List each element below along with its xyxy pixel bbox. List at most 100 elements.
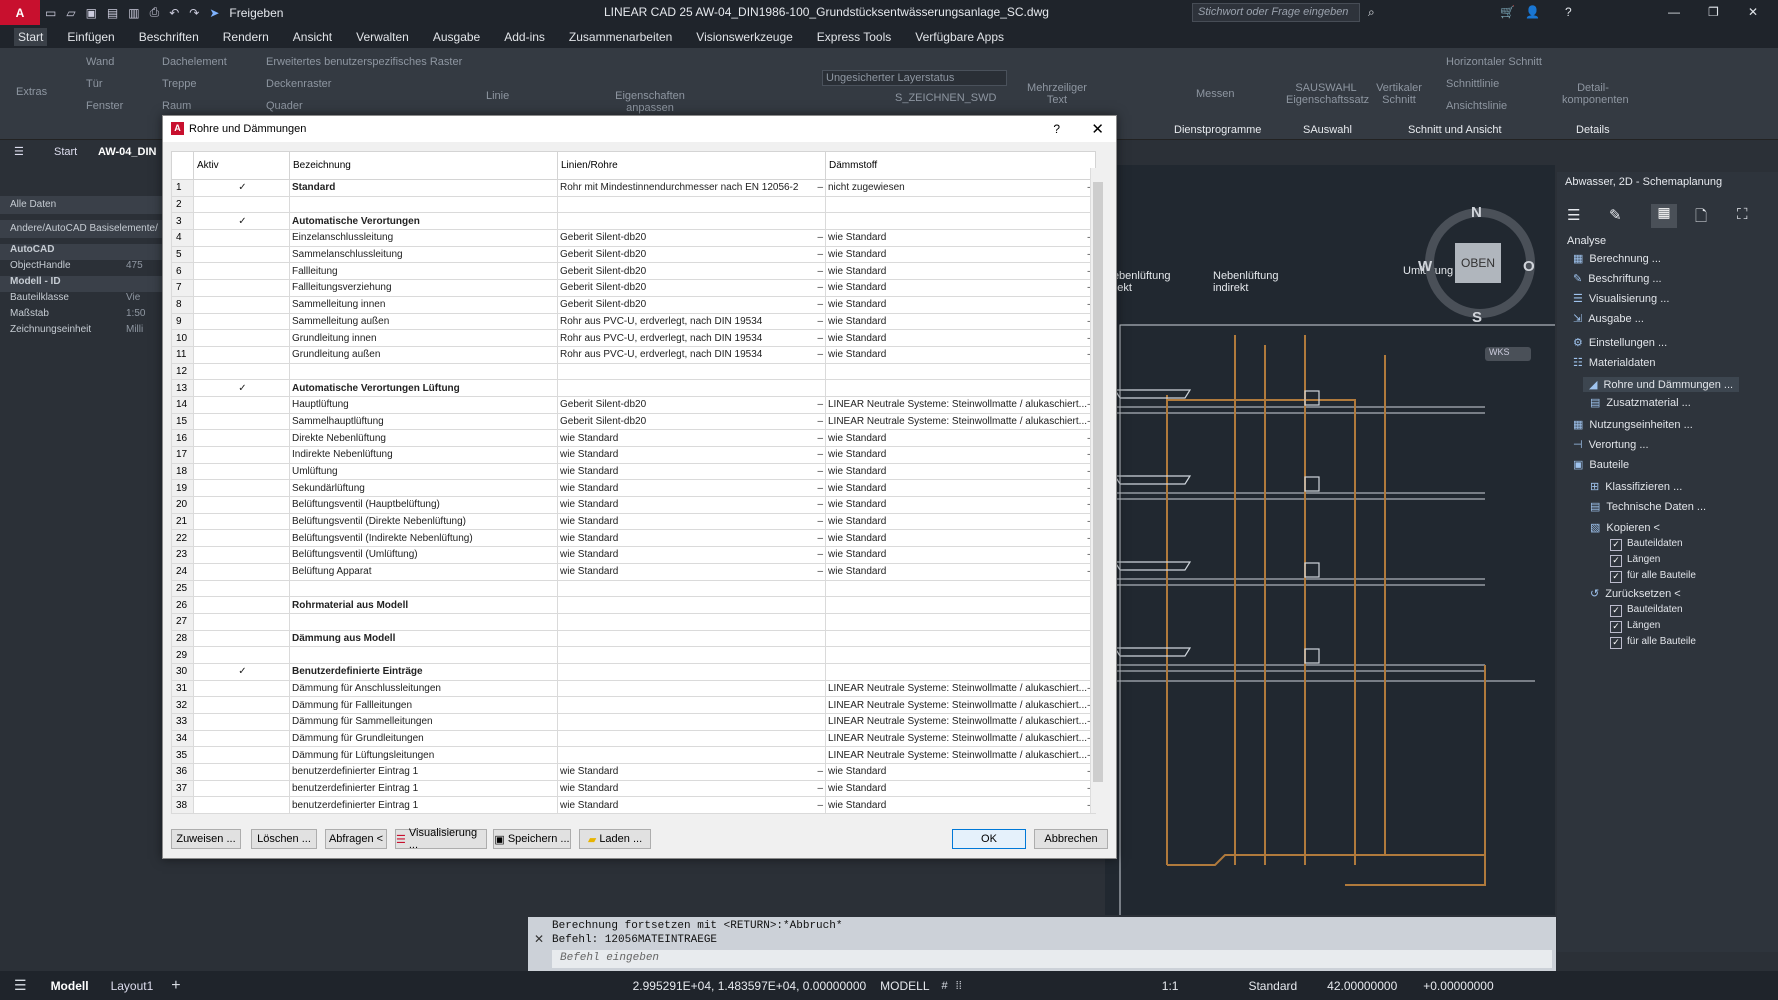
palette-item-8[interactable]: ▦ Nutzungseinheiten ... [1573,418,1693,431]
user-icon[interactable]: 👤 [1525,5,1540,19]
insulation-cell[interactable]: wie Standard [825,796,1096,815]
tab-layout1[interactable]: Layout1 [111,979,154,993]
edit-icon[interactable]: ✎ [1609,206,1622,224]
insulation-cell[interactable]: wie Standard [825,312,1096,331]
pipe-cell[interactable]: Rohr aus PVC-U, erdverlegt, nach DIN 195… [557,312,826,331]
active-cell[interactable] [193,329,290,347]
pipe-cell[interactable] [557,612,826,631]
grid-row[interactable]: 17Indirekte Nebenlüftungwie Standardwie … [171,446,1096,464]
palette-item-3[interactable]: ⇲ Ausgabe ... [1573,312,1644,325]
pipe-cell[interactable] [557,195,826,214]
name-cell[interactable]: Belüftungsventil (Hauptbelüftung) [289,496,558,514]
compass-north[interactable]: N [1471,204,1482,221]
pipe-cell[interactable]: wie Standard [557,546,826,564]
grid-row[interactable]: 18Umlüftungwie Standardwie Standard [171,462,1096,481]
insulation-cell[interactable] [825,379,1096,397]
close-icon[interactable]: ✕ [1748,5,1758,19]
grid-row[interactable]: 22 Belüftungsventil (Indirekte Nebenlüftu… [171,529,1096,548]
grid-row[interactable]: 28 Dämmung aus Modell [171,629,1096,648]
insulation-cell[interactable] [825,579,1096,598]
active-cell[interactable] [193,295,290,314]
pipe-cell[interactable]: Geberit Silent-db20 [557,295,826,314]
menu-verfügbare-apps[interactable]: Verfügbare Apps [911,28,1008,46]
name-cell[interactable]: benutzerdefinierter Eintrag 1 [289,796,558,815]
tab-start[interactable]: Start [54,146,77,158]
grid-row[interactable]: 32 Dämmung für Fallleitungen LINEAR Neutra… [171,696,1096,714]
ribbon-horizontaler[interactable]: Horizontaler Schnitt [1446,56,1542,68]
grid-scrollbar[interactable] [1090,168,1104,813]
grid-row[interactable]: 13 ✓ Automatische Verortungen Lüftung [171,379,1096,397]
pipe-cell[interactable]: Geberit Silent-db20 [557,279,826,297]
ribbon-raum[interactable]: Raum [162,100,191,112]
insulation-cell[interactable]: wie Standard [825,512,1096,531]
saveas-icon[interactable]: ▤ [107,6,118,20]
grid-row[interactable]: 31 Dämmung für Anschlussleitungen LINEAR N… [171,679,1096,698]
annotation-scale[interactable]: 1:1 [1162,979,1179,993]
name-cell[interactable]: Sammelleitung außen [289,312,558,331]
active-cell[interactable] [193,479,290,498]
insulation-cell[interactable] [825,212,1096,231]
insulation-cell[interactable]: LINEAR Neutrale Systeme: Steinwollmatte … [825,746,1096,765]
pipe-cell[interactable]: Geberit Silent-db20 [557,412,826,431]
insulation-cell[interactable]: wie Standard [825,329,1096,347]
insulation-cell[interactable]: nicht zugewiesen [825,179,1096,197]
active-cell[interactable] [193,279,290,297]
snap-icon[interactable]: ⁞⁞ [956,980,962,992]
active-cell[interactable] [193,229,290,247]
share-button[interactable]: Freigeben [229,6,283,20]
active-cell[interactable] [193,395,290,414]
name-cell[interactable]: Einzelanschlussleitung [289,229,558,247]
hamburger-icon[interactable]: ☰ [14,145,24,158]
print-icon[interactable]: ⎙ [150,5,160,20]
insulation-cell[interactable] [825,362,1096,381]
header-linien-rohre[interactable]: Linien/Rohre [557,151,826,180]
property-row[interactable]: AutoCAD [0,244,164,260]
menu-beschriften[interactable]: Beschriften [135,28,203,46]
name-cell[interactable] [289,362,558,381]
property-row[interactable]: Bauteilklasse Vie [0,292,164,308]
insulation-cell[interactable]: wie Standard [825,279,1096,297]
dialog-help-button[interactable]: ? [1053,122,1060,136]
name-cell[interactable]: Grundleitung innen [289,329,558,347]
ribbon-sauswahl[interactable]: SAUSWAHL Eigenschaftssatz [1286,82,1369,106]
grid-row[interactable]: 35 Dämmung für Lüftungsleitungen LINEAR Ne… [171,746,1096,765]
expand-icon[interactable]: ⛶ [1737,206,1748,223]
pipe-cell[interactable]: Geberit Silent-db20 [557,395,826,414]
insulation-cell[interactable]: wie Standard [825,529,1096,548]
name-cell[interactable]: Belüftungsventil (Indirekte Nebenlüftung… [289,529,558,548]
palette-item-13[interactable]: ▧ Kopieren < [1590,521,1660,534]
insulation-cell[interactable]: wie Standard [825,345,1096,364]
active-cell[interactable] [193,629,290,648]
insulation-cell[interactable] [825,646,1096,664]
app-logo[interactable]: A [0,0,40,25]
property-row[interactable]: Maßstab 1:50 [0,308,164,324]
name-cell[interactable]: Automatische Verortungen Lüftung [289,379,558,397]
grid-row[interactable]: 12 [171,362,1096,381]
pipe-cell[interactable]: wie Standard [557,429,826,447]
ribbon-messen[interactable]: Messen [1196,88,1235,100]
menu-ausgabe[interactable]: Ausgabe [429,28,484,46]
tab-document[interactable]: AW-04_DIN [98,146,156,158]
name-cell[interactable]: Dämmung für Anschlussleitungen [289,679,558,698]
active-cell[interactable]: ✓ [193,179,290,197]
pipe-cell[interactable]: Geberit Silent-db20 [557,262,826,281]
name-cell[interactable]: Belüftungsventil (Umlüftung) [289,546,558,564]
document-icon[interactable]: 🗋 [1695,206,1707,231]
grid-row[interactable]: 2 [171,195,1096,214]
active-cell[interactable] [193,646,290,664]
insulation-cell[interactable]: wie Standard [825,496,1096,514]
active-cell[interactable] [193,679,290,698]
coordinates[interactable]: 2.995291E+04, 1.483597E+04, 0.00000000 [633,979,867,993]
grid-row[interactable]: 16Direkte Nebenlüftungwie Standardwie St… [171,429,1096,447]
name-cell[interactable]: Dämmung für Fallleitungen [289,696,558,714]
insulation-cell[interactable] [825,662,1096,681]
pipe-cell[interactable] [557,713,826,731]
active-cell[interactable] [193,245,290,264]
grid-row[interactable]: 1 ✓ Standard Rohr mit Mindestinnendurchmess… [171,179,1096,197]
grid-row[interactable]: 26 Rohrmaterial aus Modell [171,596,1096,614]
add-layout-icon[interactable]: + [171,977,180,995]
visualisierung-button[interactable]: ☰ Visualisierung ... [395,827,487,851]
grid-row[interactable]: 9 Sammelleitung außen Rohr aus PVC-U, erdv… [171,312,1096,331]
name-cell[interactable]: Dämmung für Lüftungsleitungen [289,746,558,765]
name-cell[interactable]: Fallleitung [289,262,558,281]
